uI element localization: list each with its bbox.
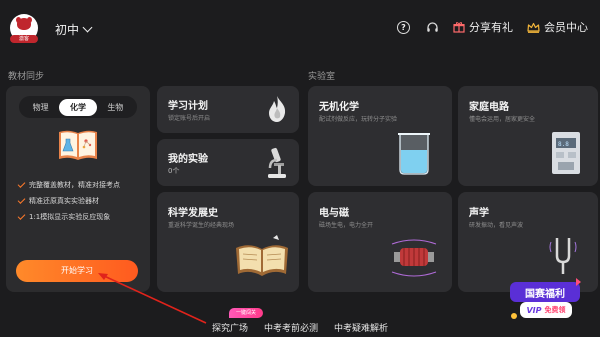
tile-subtitle: 重返科学诞生的经典现场 — [168, 222, 235, 229]
share-label: 分享有礼 — [469, 21, 513, 34]
feature-item: 1:1模拟显示实验反应现象 — [17, 212, 148, 222]
tile-title: 科学发展史 — [168, 208, 218, 219]
tile-subtitle: 研发振动，看见声波 — [469, 222, 524, 229]
nav-exam-must-test[interactable]: 中考考前必测 — [264, 321, 318, 334]
bottom-nav: 探究广场 中考考前必测 中考疑难解析 — [212, 321, 388, 334]
feature-item: 精准还原真实实验器材 — [17, 196, 148, 206]
section-title-lab: 实验室 — [308, 72, 336, 82]
tab-physics[interactable]: 物理 — [22, 99, 59, 116]
avatar-badge: 激客 — [10, 35, 38, 43]
section-title-sync: 教材同步 — [8, 72, 45, 82]
textbook-sync-card: 物理 化学 生物 完整覆盖教材，精准对接考点 精准还原真实实验器材 1:1模拟显… — [6, 86, 150, 292]
tile-subtitle: 磁场生电，电力全开 — [319, 222, 374, 229]
hot-badge: 一键闯关 — [229, 308, 263, 318]
tab-biology[interactable]: 生物 — [97, 99, 134, 116]
home-circuit-tile[interactable]: 家庭电路 懂电会运用，居家更安全 8.8 — [458, 86, 598, 186]
tile-subtitle: 锁定账号后开启 — [168, 115, 211, 122]
crown-icon — [527, 22, 540, 33]
help-icon[interactable]: ? — [397, 20, 410, 34]
check-icon — [17, 180, 26, 188]
science-history-tile[interactable]: 科学发展史 重返科学诞生的经典现场 — [157, 192, 299, 292]
promo-subline: VIP 免费领 — [526, 305, 566, 315]
share-gift-button[interactable]: 分享有礼 — [453, 19, 513, 35]
experiment-count: 0个 — [168, 167, 180, 175]
my-experiments-tile[interactable]: 我的实验 0个 — [157, 139, 299, 186]
tile-subtitle: 配试剂做反应，玩转分子实验 — [319, 116, 398, 123]
tile-title: 声学 — [469, 208, 489, 219]
ancient-book-icon — [236, 235, 288, 276]
feature-item: 完整覆盖教材，精准对接考点 — [17, 180, 148, 190]
open-book-icon — [59, 130, 97, 160]
feature-list: 完整覆盖教材，精准对接考点 精准还原真实实验器材 1:1模拟显示实验反应现象 — [17, 180, 148, 228]
headset-icon[interactable] — [426, 21, 439, 34]
beaker-icon — [398, 133, 430, 175]
electromagnetism-tile[interactable]: 电与磁 磁场生电，电力全开 — [308, 192, 452, 292]
grade-selector[interactable]: 初中 — [55, 21, 93, 38]
vip-center-button[interactable]: 会员中心 — [527, 19, 588, 35]
electromagnet-coil-icon — [391, 239, 437, 277]
chevron-down-icon — [82, 22, 93, 33]
check-icon — [17, 212, 26, 220]
nav-exam-difficult-analysis[interactable]: 中考疑难解析 — [334, 321, 388, 334]
svg-text:8.8: 8.8 — [558, 141, 569, 148]
tile-title: 我的实验 — [168, 154, 208, 165]
tile-title: 家庭电路 — [469, 102, 509, 113]
vip-promo-sticker[interactable]: 国赛福利 VIP 免费领 — [506, 276, 586, 324]
top-right-toolbar: ? 分享有礼 会员中心 — [381, 19, 588, 35]
promo-background — [510, 278, 581, 319]
tab-chemistry[interactable]: 化学 — [59, 98, 97, 116]
flame-icon — [269, 96, 286, 122]
study-plan-tile[interactable]: 学习计划 锁定账号后开启 — [157, 86, 299, 133]
tile-subtitle: 懂电会运用，居家更安全 — [469, 116, 536, 123]
start-learning-button[interactable]: 开始学习 — [16, 260, 138, 282]
subject-tabs: 物理 化学 生物 — [19, 96, 137, 118]
inorganic-chemistry-tile[interactable]: 无机化学 配试剂做反应，玩转分子实验 — [308, 86, 452, 186]
promo-title: 国赛福利 — [525, 289, 565, 300]
gift-icon — [453, 22, 465, 33]
tile-title: 电与磁 — [319, 208, 349, 219]
tuning-fork-icon — [549, 238, 577, 274]
vip-label: 会员中心 — [544, 21, 588, 34]
tile-title: 无机化学 — [319, 102, 359, 113]
microscope-icon — [268, 147, 286, 178]
check-icon — [17, 196, 26, 204]
nav-explore-square[interactable]: 探究广场 — [212, 321, 248, 334]
grade-label: 初中 — [55, 23, 80, 37]
tile-title: 学习计划 — [168, 101, 208, 112]
electric-meter-icon: 8.8 — [552, 132, 580, 174]
